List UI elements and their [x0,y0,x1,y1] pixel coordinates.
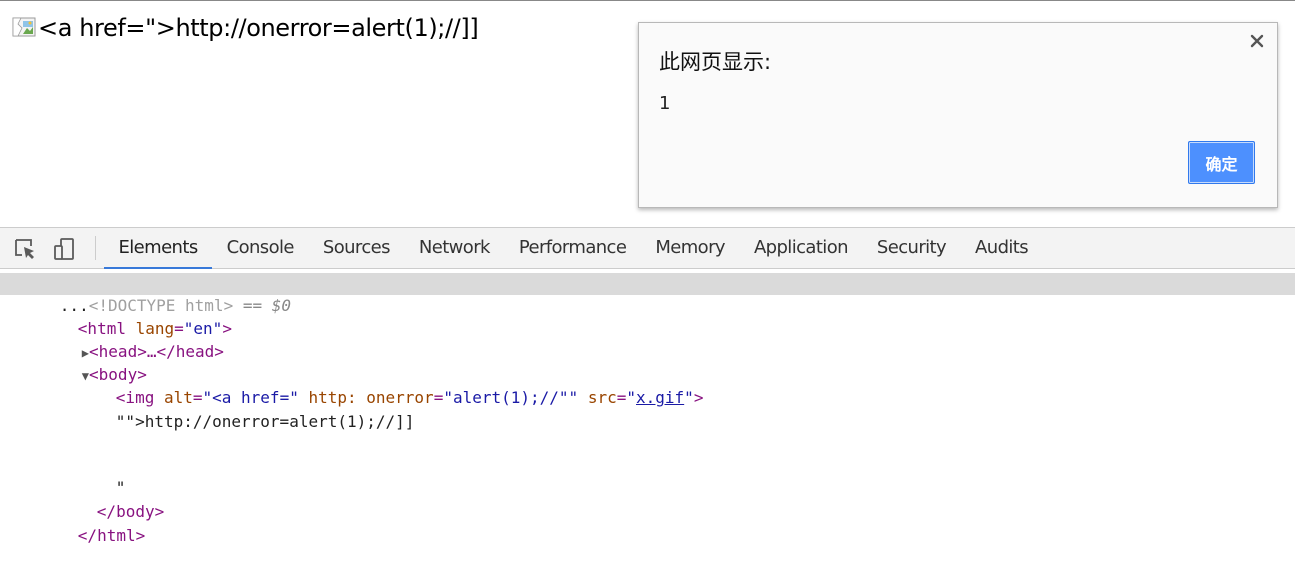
device-toolbar-icon[interactable] [52,237,76,261]
tab-performance[interactable]: Performance [504,228,640,269]
dialog-message: 1 [659,93,671,114]
tab-network[interactable]: Network [404,228,504,269]
ok-button[interactable]: 确定 [1188,141,1255,184]
toolbar-divider [95,236,96,260]
tab-elements[interactable]: Elements [104,228,213,269]
html-close-node[interactable]: </html> [20,503,145,545]
alert-dialog: 此网页显示: 1 确定 [638,22,1278,208]
body-node[interactable]: ▼<body> [24,342,147,384]
text-node[interactable]: "">http://onerror=alert(1);//]] [58,389,415,431]
html-node[interactable]: <html lang="en"> [20,296,232,338]
tab-sources[interactable]: Sources [308,228,404,269]
inspect-element-icon[interactable] [13,237,37,261]
text-node[interactable]: " [58,455,126,497]
broken-image-icon [12,17,36,37]
tab-memory[interactable]: Memory [641,228,740,269]
tab-application[interactable]: Application [739,228,862,269]
dom-tree: ...<!DOCTYPE html> == $0 <html lang="en"… [0,269,1295,545]
body-close-node[interactable]: </body> [39,479,164,521]
tab-console[interactable]: Console [212,228,308,269]
img-node[interactable]: <img alt="<a href=" http: onerror="alert… [58,365,704,407]
devtools-panel: Elements Console Sources Network Perform… [0,227,1295,545]
dialog-title: 此网页显示: [659,50,772,74]
src-link[interactable]: x.gif [636,388,684,407]
tab-audits[interactable]: Audits [961,228,1043,269]
injected-text: <a href=">http://onerror=alert(1);//]] [38,14,479,42]
head-node[interactable]: ▶<head>…</head> [24,319,224,361]
doctype-node[interactable]: ...<!DOCTYPE html> == $0 [2,273,291,315]
tab-security[interactable]: Security [862,228,960,269]
devtools-toolbar: Elements Console Sources Network Perform… [0,227,1295,269]
devtools-tabs: Elements Console Sources Network Perform… [104,228,1043,269]
close-icon[interactable] [1249,33,1265,49]
